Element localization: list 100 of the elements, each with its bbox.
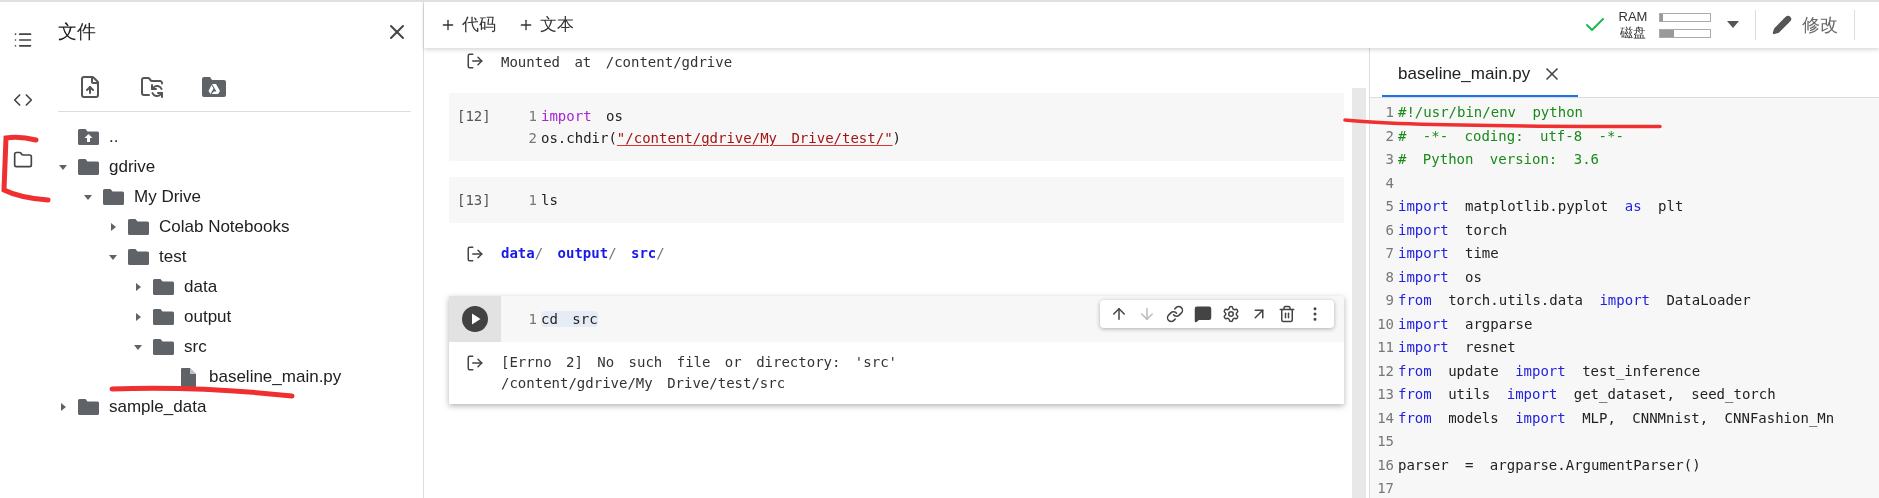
line-number: 1 <box>527 107 537 126</box>
usage-meter <box>1659 28 1711 38</box>
line-number: 3 <box>1384 151 1394 169</box>
tree-item[interactable]: data <box>184 274 218 300</box>
line-number: 11 <box>1376 339 1394 357</box>
tree-item[interactable]: .. <box>109 124 119 150</box>
folder-icon <box>128 249 149 265</box>
line-number: 5 <box>1384 198 1394 216</box>
dropdown-caret-icon[interactable] <box>1727 21 1739 29</box>
execution-count: [12] <box>457 107 492 126</box>
drive-folder-icon[interactable] <box>202 76 226 97</box>
caret-down-icon[interactable] <box>133 342 143 352</box>
caret-right-icon[interactable] <box>133 282 143 292</box>
add-cell-button[interactable]: 代码 <box>434 8 502 42</box>
plus-icon <box>440 17 456 33</box>
folder-icon <box>78 399 99 415</box>
line-number: 12 <box>1376 362 1394 380</box>
line-number: 2 <box>527 129 537 148</box>
line-number: 8 <box>1384 268 1394 286</box>
upload-icon[interactable] <box>78 74 102 99</box>
settings-icon[interactable] <box>1222 305 1240 323</box>
caret-right-icon[interactable] <box>133 312 143 322</box>
caret-right-icon[interactable] <box>58 402 68 412</box>
code-line: import matplotlib.pyplot as plt <box>1398 198 1684 216</box>
line-number: 6 <box>1384 221 1394 239</box>
folder-icon <box>153 279 174 295</box>
line-number: 1 <box>527 191 537 210</box>
folder-icon <box>153 309 174 325</box>
code-cell[interactable]: [12] 1 import os 2 os.chdir("/content/gdrive/My Drive/test/") <box>449 93 1344 161</box>
link-icon[interactable] <box>1166 305 1184 323</box>
line-number: 14 <box>1376 409 1394 427</box>
tree-item[interactable]: Colab Notebooks <box>159 214 290 240</box>
output-text: Mounted at /content/gdrive <box>501 53 733 72</box>
caret-right-icon[interactable] <box>108 222 118 232</box>
execution-count: [13] <box>457 191 492 210</box>
menu-icon[interactable] <box>13 30 33 50</box>
folder-icon <box>78 159 99 175</box>
usage-meter <box>1659 12 1711 22</box>
code-line: #!/usr/bin/env python <box>1398 104 1583 122</box>
line-number: 17 <box>1376 480 1394 498</box>
annotation-stroke <box>1 134 51 203</box>
code-line: from utils import get_dataset, seed_torch <box>1398 386 1776 404</box>
line-number: 16 <box>1376 456 1394 474</box>
line-number: 7 <box>1384 245 1394 263</box>
tree-item[interactable]: src <box>184 334 207 360</box>
tree-item[interactable]: output <box>184 304 232 330</box>
code-line: from models import MLP, CNNMnist, CNNFashion_Mn <box>1398 409 1835 427</box>
tree-item[interactable]: sample_data <box>109 394 207 420</box>
folder-icon <box>153 339 174 355</box>
resource-label: 磁盘 <box>1619 25 1647 41</box>
code-line: import argparse <box>1398 315 1533 333</box>
code-line: import resnet <box>1398 339 1516 357</box>
code-line: import os <box>1398 268 1482 286</box>
code-line: from torch.utils.data import DataLoader <box>1398 292 1751 310</box>
code-line: import torch <box>1398 221 1508 239</box>
line-number: 13 <box>1376 386 1394 404</box>
panel-title: 文件 <box>58 19 96 44</box>
comment-icon[interactable] <box>1194 305 1212 323</box>
caret-down-icon[interactable] <box>108 252 118 262</box>
caret-down-icon[interactable] <box>58 162 68 172</box>
line-number: 1 <box>527 310 537 329</box>
caret-down-icon[interactable] <box>83 192 93 202</box>
folder-up-icon <box>78 129 99 145</box>
file-icon <box>181 367 196 387</box>
folder-refresh-icon[interactable] <box>140 74 164 99</box>
line-number: 2 <box>1384 127 1394 145</box>
tree-item[interactable]: baseline_main.py <box>209 364 342 390</box>
tree-item[interactable]: test <box>159 244 187 270</box>
resource-label: RAM <box>1617 9 1649 25</box>
code-line: import os <box>541 107 623 126</box>
tree-item[interactable]: gdrive <box>109 154 156 180</box>
code-line: import time <box>1398 245 1499 263</box>
output-text: /content/gdrive/My Drive/test/src <box>501 374 787 393</box>
scrollbar[interactable] <box>1352 88 1366 498</box>
code-line: # -*- coding: utf-8 -*- <box>1398 127 1624 145</box>
pencil-icon <box>1772 15 1792 35</box>
line-number: 15 <box>1376 433 1394 451</box>
folder-icon <box>128 219 149 235</box>
code-cell[interactable]: 1 cd src [Errno 2] No such file or directory: 'src' /content/gdrive/My Drive/test/src <box>449 296 1344 404</box>
code-line: os.chdir("/content/gdrive/My Drive/test/") <box>541 129 901 148</box>
output-icon <box>466 245 484 263</box>
line-number: 10 <box>1376 315 1394 333</box>
trash-icon[interactable] <box>1278 305 1296 323</box>
code-line: from update import test_inference <box>1398 362 1701 380</box>
folder-icon <box>103 189 124 205</box>
output-text: [Errno 2] No such file or directory: 'src' <box>501 353 897 372</box>
output-icon <box>466 354 484 372</box>
folder-icon[interactable] <box>13 150 33 170</box>
code-line: # Python version: 3.6 <box>1398 151 1599 169</box>
line-number: 1 <box>1384 104 1394 122</box>
line-number: 9 <box>1384 292 1394 310</box>
line-number: 4 <box>1384 174 1394 192</box>
edit-button[interactable]: 修改 <box>1756 11 1854 39</box>
add-cell-button[interactable]: 文本 <box>512 8 580 42</box>
output-text: data/ output/ src/ <box>501 244 665 263</box>
code-line: ls <box>541 191 558 210</box>
code-line: parser = argparse.ArgumentParser() <box>1398 456 1701 474</box>
run-button[interactable] <box>462 306 488 332</box>
code-cell[interactable]: [13] 1 ls data/ output/ src/ <box>449 177 1344 274</box>
tree-item[interactable]: My Drive <box>134 184 202 210</box>
